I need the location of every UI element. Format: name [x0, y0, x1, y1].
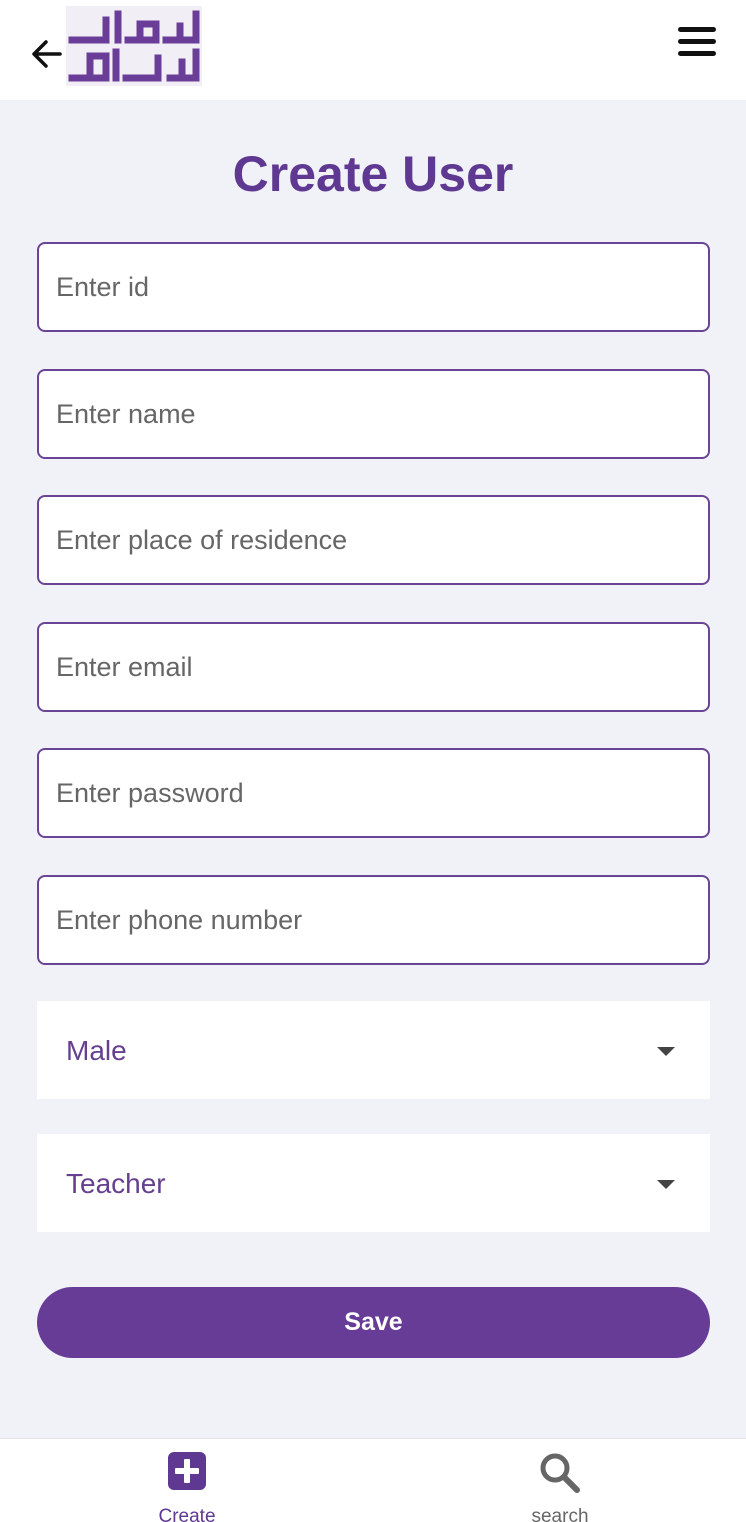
caret-down-icon: [657, 1047, 675, 1056]
menu-button[interactable]: [676, 26, 718, 58]
role-select[interactable]: Teacher: [37, 1134, 710, 1232]
password-input[interactable]: [39, 750, 708, 836]
email-input[interactable]: [39, 624, 708, 710]
app-logo: [66, 6, 202, 86]
gender-select[interactable]: Male: [37, 1001, 710, 1099]
phone-field-container: [37, 875, 710, 965]
name-input[interactable]: [39, 371, 708, 457]
nav-label-create: Create: [158, 1506, 216, 1522]
nav-item-create[interactable]: Create: [87, 1439, 287, 1522]
nav-label-search: search: [531, 1506, 589, 1522]
id-field-container: [37, 242, 710, 332]
nav-item-search[interactable]: search: [460, 1439, 660, 1522]
hamburger-menu-icon: [678, 27, 716, 56]
email-field-container: [37, 622, 710, 712]
id-input[interactable]: [39, 244, 708, 330]
page-title: Create User: [232, 146, 514, 202]
plus-square-icon: [168, 1452, 206, 1490]
search-icon: [540, 1453, 580, 1493]
top-app-bar: [0, 0, 746, 100]
arrow-left-icon: [32, 40, 62, 68]
password-field-container: [37, 748, 710, 838]
bottom-navigation: Create search: [0, 1438, 746, 1522]
save-button[interactable]: Save: [37, 1287, 710, 1358]
phone-input[interactable]: [39, 877, 708, 963]
residence-field-container: [37, 495, 710, 585]
name-field-container: [37, 369, 710, 459]
caret-down-icon: [657, 1180, 675, 1189]
residence-input[interactable]: [39, 497, 708, 583]
gender-select-value: Male: [66, 1035, 127, 1066]
back-button[interactable]: [28, 36, 68, 72]
role-select-value: Teacher: [66, 1168, 166, 1199]
